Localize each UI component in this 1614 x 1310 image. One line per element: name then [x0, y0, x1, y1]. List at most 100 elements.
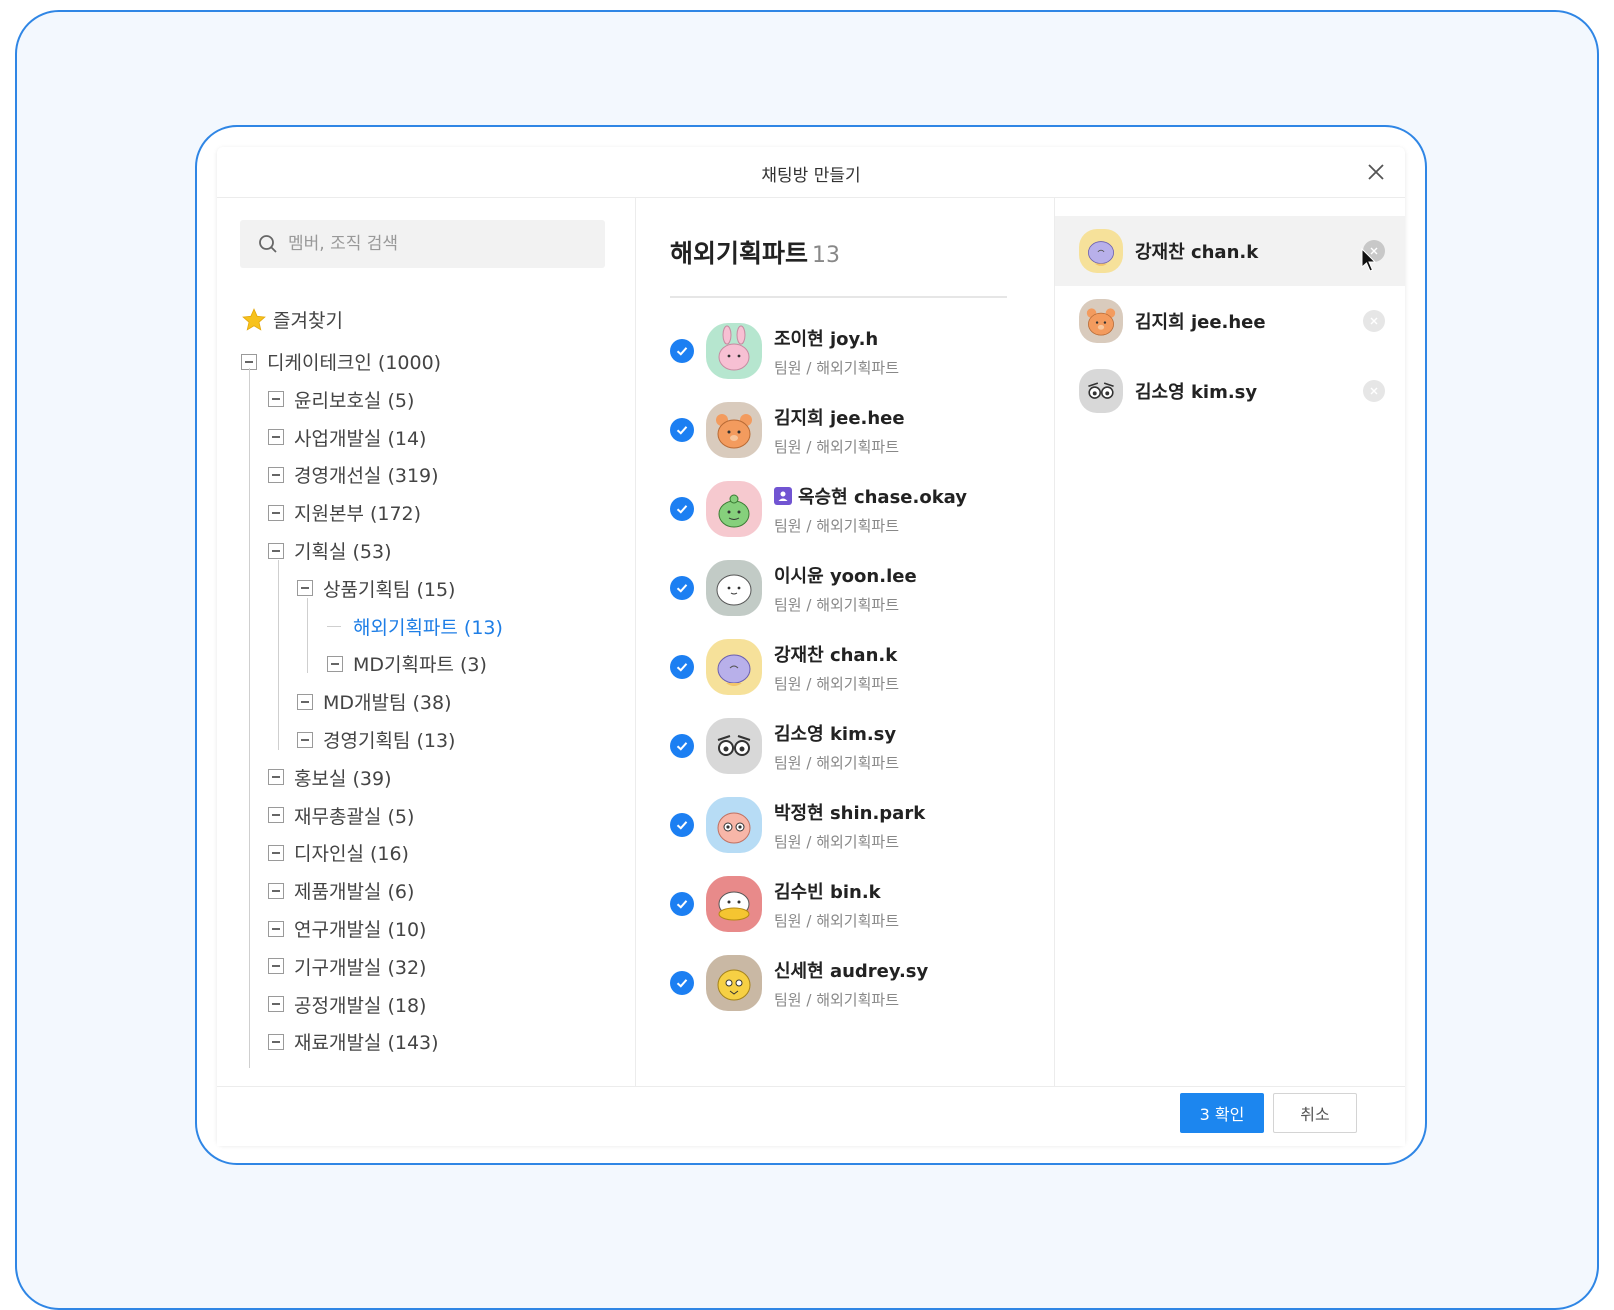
confirm-button[interactable]: 3 확인 [1180, 1093, 1264, 1133]
member-row[interactable]: 김소영 kim.sy 팀원 / 해외기획파트 [670, 711, 1030, 781]
member-row[interactable]: 이시윤 yoon.lee 팀원 / 해외기획파트 [670, 553, 1030, 623]
checkbox-checked-icon[interactable] [670, 892, 694, 916]
member-row[interactable]: 박정현 shin.park 팀원 / 해외기획파트 [670, 790, 1030, 860]
tree-node-label: 해외기획파트 (13) [353, 616, 503, 639]
member-row[interactable]: 신세현 audrey.sy 팀원 / 해외기획파트 [670, 948, 1030, 1018]
collapse-toggle-icon[interactable] [268, 920, 284, 937]
member-info: 박정현 shin.park 팀원 / 해외기획파트 [774, 799, 925, 852]
remove-button[interactable] [1363, 310, 1385, 332]
member-row[interactable]: 강재찬 chan.k 팀원 / 해외기획파트 [670, 632, 1030, 702]
checkbox-checked-icon[interactable] [670, 655, 694, 679]
close-button[interactable] [1361, 157, 1391, 187]
tree-node[interactable]: 재료개발실 (143) [268, 1028, 439, 1055]
collapse-toggle-icon[interactable] [297, 731, 313, 748]
tree-node[interactable]: 제품개발실 (6) [268, 877, 414, 904]
favorites-item[interactable]: 즐겨찾기 [241, 306, 343, 333]
search-input[interactable] [286, 233, 590, 255]
tree-node[interactable]: 상품기획팀 (15) [297, 575, 455, 602]
dialog-frame: 채팅방 만들기 멤버, 조직 검색 즐겨찾기 디케이테크인 (1000) 윤리보… [195, 125, 1427, 1165]
tree-branch [327, 625, 341, 627]
duck-avatar [706, 876, 762, 932]
tree-node[interactable]: 디자인실 (16) [268, 839, 409, 866]
tree-node[interactable]: 기구개발실 (32) [268, 953, 426, 980]
tree-node[interactable]: 윤리보호실 (5) [268, 386, 414, 413]
checkbox-checked-icon[interactable] [670, 813, 694, 837]
collapse-toggle-icon[interactable] [297, 693, 313, 710]
collapse-toggle-icon[interactable] [268, 958, 284, 975]
member-name-text: 조이현 joy.h [774, 328, 879, 350]
member-role: 팀원 / 해외기획파트 [774, 753, 899, 772]
owl-avatar [1079, 369, 1123, 413]
collapse-toggle-icon[interactable] [268, 882, 284, 899]
tree-node-label: 기구개발실 (32) [294, 956, 427, 979]
tree-node[interactable]: 사업개발실 (14) [268, 424, 426, 451]
dialog-footer: 3 확인 취소 [217, 1086, 1405, 1146]
member-name-text: 신세현 audrey.sy [774, 960, 929, 982]
collapse-toggle-icon[interactable] [268, 504, 284, 521]
cancel-button[interactable]: 취소 [1273, 1093, 1357, 1133]
member-name: 김소영 kim.sy [774, 720, 899, 746]
collapse-toggle-icon[interactable] [268, 466, 284, 483]
member-name: 신세현 audrey.sy [774, 957, 928, 983]
collapse-toggle-icon[interactable] [268, 844, 284, 861]
star-icon [241, 307, 267, 333]
checkbox-checked-icon[interactable] [670, 418, 694, 442]
member-role: 팀원 / 해외기획파트 [774, 516, 899, 535]
tree-node-label: 경영기획팀 (13) [323, 730, 456, 752]
tree-node-label: 상품기획팀 (15) [323, 578, 456, 601]
tree-node[interactable]: MD기획파트 (3) [327, 650, 487, 677]
member-role: 팀원 / 해외기획파트 [774, 911, 899, 930]
tree-node[interactable]: MD개발팀 (38) [297, 688, 452, 715]
bear-avatar [1079, 299, 1123, 343]
lion-avatar [706, 639, 762, 695]
collapse-toggle-icon[interactable] [268, 429, 284, 446]
tree-node-label: 기획실 (53) [294, 541, 392, 563]
member-name-text: 김지희 jee.hee [774, 407, 905, 429]
department-title: 해외기획파트 13 [670, 234, 840, 270]
collapse-toggle-icon[interactable] [268, 391, 284, 408]
collapse-toggle-icon[interactable] [268, 996, 284, 1013]
tree-node[interactable]: 기획실 (53) [268, 537, 391, 564]
chick-avatar [706, 955, 762, 1011]
tree-node-label: 공정개발실 (18) [294, 994, 427, 1017]
collapse-toggle-icon[interactable] [268, 542, 284, 559]
tree-node[interactable]: 홍보실 (39) [268, 764, 391, 791]
member-info: 김수빈 bin.k 팀원 / 해외기획파트 [774, 878, 899, 931]
selected-member-row: 김지희 jee.hee [1055, 286, 1405, 356]
checkbox-checked-icon[interactable] [670, 339, 694, 363]
favorites-label: 즐겨찾기 [273, 310, 343, 332]
remove-button[interactable] [1363, 380, 1385, 402]
tree-node-label: MD개발팀 (38) [323, 692, 452, 715]
tree-node[interactable]: 연구개발실 (10) [268, 915, 426, 942]
tree-guide-line [249, 368, 250, 1068]
tree-node[interactable]: 디케이테크인 (1000) [241, 348, 441, 375]
checkbox-checked-icon[interactable] [670, 497, 694, 521]
checkbox-checked-icon[interactable] [670, 734, 694, 758]
tree-node[interactable]: 지원본부 (172) [268, 499, 421, 526]
member-row[interactable]: 김수빈 bin.k 팀원 / 해외기획파트 [670, 869, 1030, 939]
checkbox-checked-icon[interactable] [670, 576, 694, 600]
search-box[interactable] [240, 220, 605, 268]
member-row[interactable]: 옥승현 chase.okay 팀원 / 해외기획파트 [670, 474, 1030, 544]
tree-node[interactable]: 공정개발실 (18) [268, 991, 426, 1018]
member-row[interactable]: 김지희 jee.hee 팀원 / 해외기획파트 [670, 395, 1030, 465]
collapse-toggle-icon[interactable] [268, 769, 284, 786]
dialog-title: 채팅방 만들기 [761, 166, 861, 186]
member-info: 조이현 joy.h 팀원 / 해외기획파트 [774, 325, 899, 378]
peach-avatar [706, 797, 762, 853]
member-role: 팀원 / 해외기획파트 [774, 437, 899, 456]
collapse-toggle-icon[interactable] [268, 1033, 284, 1050]
tree-node[interactable]: 해외기획파트 (13) [327, 613, 503, 640]
seal-avatar [706, 560, 762, 616]
tree-node[interactable]: 경영개선실 (319) [268, 461, 439, 488]
tree-node[interactable]: 재무총괄실 (5) [268, 802, 414, 829]
collapse-toggle-icon[interactable] [268, 807, 284, 824]
collapse-toggle-icon[interactable] [297, 580, 313, 597]
member-info: 김소영 kim.sy 팀원 / 해외기획파트 [774, 720, 899, 773]
tree-node[interactable]: 경영기획팀 (13) [297, 726, 455, 753]
member-row[interactable]: 조이현 joy.h 팀원 / 해외기획파트 [670, 316, 1030, 386]
member-name: 강재찬 chan.k [774, 641, 899, 667]
checkbox-checked-icon[interactable] [670, 971, 694, 995]
tree-node-label: 사업개발실 (14) [294, 427, 427, 450]
collapse-toggle-icon[interactable] [327, 655, 343, 672]
